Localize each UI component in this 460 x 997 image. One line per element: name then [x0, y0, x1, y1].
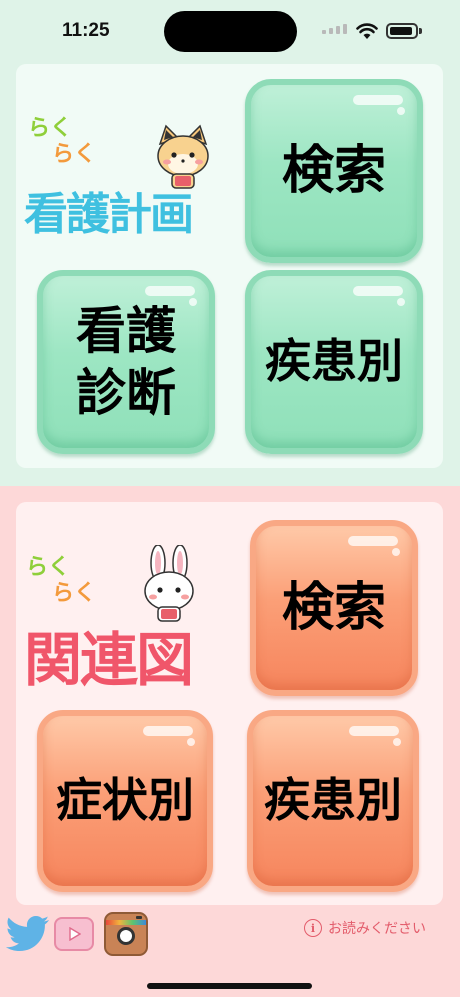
button-label: 疾患別 [264, 773, 402, 828]
button-label: 疾患別 [265, 334, 403, 389]
instagram-flash [136, 916, 142, 919]
play-icon [69, 927, 81, 941]
button-shine-dot [392, 548, 400, 556]
read-me-label: お読みください [328, 921, 426, 937]
twitter-icon[interactable] [4, 912, 52, 956]
status-time: 11:25 [62, 20, 110, 41]
relation-chart-logo: らく らく 関連図 [22, 545, 237, 694]
nursing-plan-by-disease-button[interactable]: 疾患別 [245, 270, 423, 454]
relation-chart-by-disease-button[interactable]: 疾患別 [247, 710, 419, 892]
button-shine [353, 95, 403, 105]
nursing-plan-search-button[interactable]: 検索 [245, 79, 423, 263]
rabbit-mascot-icon [144, 545, 194, 622]
status-bar: 11:25 [0, 0, 460, 60]
home-indicator[interactable] [147, 983, 312, 989]
read-me-link[interactable]: i お読みください [304, 918, 426, 938]
button-shine-dot [397, 107, 405, 115]
battery-cap [419, 28, 422, 34]
button-label: 検索 [281, 577, 386, 638]
button-shine-dot [189, 298, 197, 306]
nursing-diagnosis-button[interactable]: 看護 診断 [37, 270, 215, 454]
button-shine-dot [187, 738, 195, 746]
button-shine [353, 286, 403, 296]
button-shine [348, 536, 398, 546]
dynamic-island [164, 11, 297, 52]
wifi-icon [356, 23, 378, 39]
info-icon: i [304, 919, 322, 937]
nursing-plan-logo-title: 看護計画 [24, 189, 194, 240]
cellular-signal-icon [322, 24, 347, 34]
button-label-line-2: 診断 [76, 364, 176, 422]
relation-chart-search-button[interactable]: 検索 [250, 520, 418, 696]
button-label: 症状別 [56, 773, 194, 828]
instagram-stripe [106, 920, 146, 925]
logo-raku-2: らく [52, 142, 97, 167]
relation-chart-by-symptom-button[interactable]: 症状別 [37, 710, 213, 892]
instagram-icon[interactable] [104, 912, 148, 956]
instagram-lens [117, 927, 135, 945]
button-shine [349, 726, 399, 736]
button-shine [143, 726, 193, 736]
button-label: 看護 診断 [76, 300, 176, 425]
button-shine-dot [397, 298, 405, 306]
battery-icon [386, 23, 418, 39]
logo-raku-2: らく [52, 581, 97, 606]
relation-chart-logo-title: 関連図 [24, 626, 194, 694]
button-label-line-1: 看護 [76, 301, 176, 360]
button-label: 検索 [281, 140, 386, 201]
nursing-plan-logo: らく らく 看護計画 [20, 108, 235, 240]
youtube-icon[interactable] [54, 917, 94, 951]
button-shine [145, 286, 195, 296]
button-shine-dot [393, 738, 401, 746]
